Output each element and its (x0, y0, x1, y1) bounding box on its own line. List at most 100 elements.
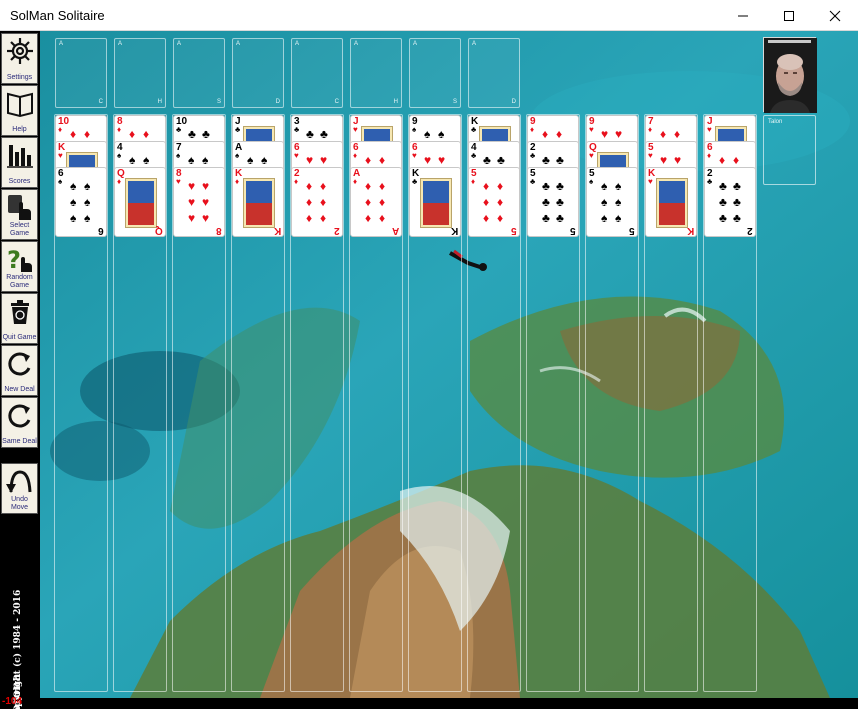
card-pip: ♥ (202, 211, 210, 225)
random-game-button[interactable]: ? Random Game (1, 241, 38, 292)
card-suit: ♦ (471, 177, 476, 186)
card-pip: ♠ (188, 153, 195, 167)
book-icon (6, 92, 33, 118)
playing-card[interactable]: 5 ♣ ♣ ♣ ♣ ♣ ♣ ♣ 5 (527, 167, 579, 237)
card-suit: ♠ (235, 151, 240, 160)
card-rank-bottom: 2 (747, 225, 753, 236)
card-suit: ♣ (530, 151, 536, 160)
card-pip: ♠ (70, 211, 77, 225)
maximize-icon (784, 10, 794, 21)
card-pip: ♥ (188, 211, 196, 225)
playing-card[interactable]: 8 ♥ ♥ ♥ ♥ ♥ ♥ ♥ 8 (173, 167, 225, 237)
playing-card[interactable]: K♣K (409, 167, 461, 237)
foundation-suit: C (98, 99, 103, 105)
playing-card[interactable]: 5 ♦ ♦ ♦ ♦ ♦ ♦ ♦ 5 (468, 167, 520, 237)
foundation-slot[interactable]: AC (55, 38, 107, 108)
card-suit: ♥ (589, 125, 594, 134)
card-pip: ♦ (306, 179, 313, 193)
foundation-suit: S (452, 99, 457, 105)
card-pip: ♠ (202, 153, 209, 167)
card-pip: ♦ (660, 127, 667, 141)
card-pip: ♦ (483, 179, 490, 193)
foundation-slot[interactable]: AH (350, 38, 402, 108)
card-pip: ♥ (615, 127, 623, 141)
card-suit: ♥ (648, 177, 653, 186)
card-pip: ♦ (542, 127, 549, 141)
card-suit: ♦ (707, 151, 712, 160)
redo-arrow-icon (7, 352, 30, 376)
scores-label: Scores (8, 178, 31, 185)
new-deal-button[interactable]: New Deal (1, 345, 38, 396)
card-pip: ♥ (424, 153, 432, 167)
card-suit: ♦ (648, 125, 653, 134)
scores-button[interactable]: Scores (1, 137, 38, 188)
card-pip: ♣ (719, 195, 727, 209)
game-table: ACAHASADACAHASAD 10♦♦♦♦♦♦♦10K♥K6♠♠♠♠♠♠♠6… (40, 31, 858, 698)
undo-arrow-icon (5, 470, 31, 493)
card-rank-bottom: 2 (334, 225, 340, 236)
game-window: SolMan Solitaire Settings Help Scores Se… (0, 0, 858, 709)
card-pip: ♦ (556, 127, 563, 141)
minimize-button[interactable] (720, 0, 766, 31)
close-button[interactable] (812, 0, 858, 31)
quit-game-button[interactable]: Quit Game (1, 293, 38, 344)
card-pip: ♦ (320, 195, 327, 209)
playing-card[interactable]: 6 ♠ ♠ ♠ ♠ ♠ ♠ ♠ 6 (55, 167, 107, 237)
card-pip: ♦ (320, 211, 327, 225)
foundation-slot[interactable]: AH (114, 38, 166, 108)
card-suit: ♥ (589, 151, 594, 160)
foundation-slot[interactable]: AS (409, 38, 461, 108)
foundation-base-rank: A (472, 41, 477, 47)
card-pip: ♥ (438, 153, 446, 167)
playing-card[interactable]: 5 ♠ ♠ ♠ ♠ ♠ ♠ ♠ 5 (586, 167, 638, 237)
card-pip: ♠ (424, 127, 431, 141)
card-pip: ♣ (320, 127, 328, 141)
playing-card[interactable]: K ♦ K (232, 167, 284, 237)
playing-card[interactable]: 2 ♦ ♦ ♦ ♦ ♦ ♦ ♦ 2 (291, 167, 343, 237)
playing-card[interactable]: A ♦ ♦ ♦ ♦ ♦ ♦ ♦ A (350, 167, 402, 237)
foundation-suit: H (393, 99, 398, 105)
undo-move-button[interactable]: Undo Move (1, 463, 38, 514)
same-deal-button[interactable]: Same Deal (1, 397, 38, 448)
card-pip: ♦ (365, 153, 372, 167)
playing-card[interactable]: 2♣♣♣♣♣♣♣2 (704, 167, 756, 237)
svg-text:?: ? (7, 246, 21, 274)
card-suit: ♣ (471, 125, 477, 134)
settings-button[interactable]: Settings (1, 33, 38, 84)
select-game-button[interactable]: Select Game (1, 189, 38, 240)
card-pip: ♣ (306, 127, 314, 141)
card-suit: ♦ (353, 177, 358, 186)
help-button[interactable]: Help (1, 85, 38, 136)
playing-card[interactable]: Q ♦ Q (114, 167, 166, 237)
card-suit: ♠ (412, 125, 417, 134)
minimize-icon (738, 15, 748, 16)
foundation-slot[interactable]: AD (232, 38, 284, 108)
foundation-slot[interactable]: AC (291, 38, 343, 108)
card-suit: ♣ (412, 177, 418, 186)
card-rank-bottom: K (450, 225, 458, 236)
talon-slot[interactable]: Talon (763, 115, 816, 185)
bar-chart-icon (6, 145, 33, 168)
card-suit: ♠ (58, 177, 63, 186)
settings-label: Settings (6, 74, 33, 81)
card-pip: ♦ (674, 127, 681, 141)
card-suit: ♠ (117, 151, 122, 160)
foundation-base-rank: A (413, 41, 418, 47)
card-rank-bottom: 5 (511, 225, 517, 236)
copyright-notice: Copyright (c) 1984 - 2016 Corona (2, 559, 30, 709)
card-rank-bottom: 6 (98, 225, 104, 236)
card-pip: ♦ (306, 195, 313, 209)
card-pip: ♣ (483, 153, 491, 167)
card-pip: ♣ (556, 179, 564, 193)
card-pip: ♥ (202, 195, 210, 209)
card-pip: ♣ (556, 211, 564, 225)
playing-card[interactable]: K♥K (645, 167, 697, 237)
foundation-slot[interactable]: AD (468, 38, 520, 108)
card-suit: ♣ (471, 151, 477, 160)
card-pip: ♦ (497, 179, 504, 193)
card-rank-bottom: 8 (216, 225, 222, 236)
card-suit: ♣ (530, 177, 536, 186)
foundation-base-rank: A (59, 41, 64, 47)
foundation-slot[interactable]: AS (173, 38, 225, 108)
maximize-button[interactable] (766, 0, 812, 31)
